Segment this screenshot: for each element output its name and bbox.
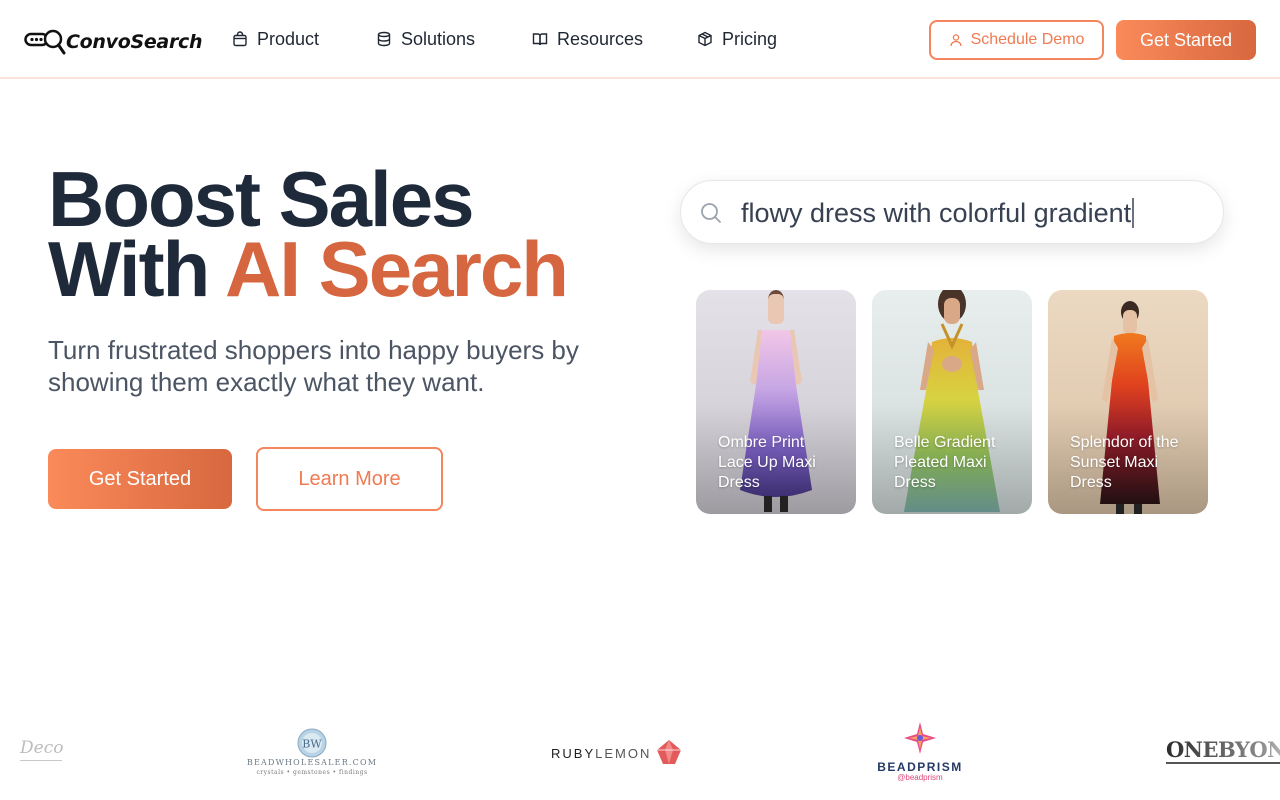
- rubylemon-light: LEMON: [595, 746, 652, 761]
- schedule-demo-label: Schedule Demo: [970, 31, 1085, 48]
- get-started-hero-button[interactable]: Get Started: [48, 449, 232, 509]
- hero-title-line2: With: [48, 225, 226, 313]
- nav-item-pricing[interactable]: Pricing: [697, 28, 777, 50]
- hero-title: Boost Sales With AI Search: [48, 160, 648, 308]
- brand-logo-beadwholesaler: BW BEADWHOLESALER.COM crystals • gemston…: [246, 728, 378, 780]
- bw-badge-icon: BW: [297, 728, 327, 758]
- learn-more-button[interactable]: Learn More: [256, 447, 443, 511]
- database-icon: [377, 31, 391, 47]
- nav-item-label: Product: [257, 28, 320, 49]
- nav-item-product[interactable]: Product: [232, 28, 319, 50]
- rubylemon-bold: RUBY: [551, 746, 596, 761]
- bag-icon: [233, 31, 247, 47]
- get-started-nav-button[interactable]: Get Started: [1116, 20, 1256, 60]
- product-title: Belle Gradient Pleated Maxi Dress: [894, 434, 996, 491]
- nav-item-label: Pricing: [722, 28, 778, 49]
- search-input[interactable]: flowy dress with colorful gradient: [741, 195, 1201, 231]
- book-icon: [532, 33, 548, 46]
- beadprism-name: BEADPRISM: [877, 760, 963, 774]
- product-title: Splendor of the Sunset Maxi Dress: [1070, 434, 1179, 491]
- user-icon: [949, 34, 962, 47]
- search-query-text: flowy dress with colorful gradient: [741, 197, 1132, 228]
- brand-logo[interactable]: ConvoSearch: [24, 26, 203, 58]
- product-card[interactable]: Ombre Print Lace Up Maxi Dress: [696, 290, 856, 514]
- onebyone-wordmark: ONEBYONE: [1166, 738, 1280, 764]
- product-title: Ombre Print Lace Up Maxi Dress: [718, 434, 816, 491]
- gem-icon: [657, 740, 681, 764]
- hero-title-accent: AI Search: [225, 225, 569, 313]
- brand-logo-beadprism: BEADPRISM @beadprism: [872, 720, 968, 784]
- bw-badge-text: BW: [302, 738, 322, 751]
- nav-item-label: Resources: [557, 28, 644, 49]
- logo-text: ConvoSearch: [66, 31, 203, 53]
- product-card[interactable]: Belle Gradient Pleated Maxi Dress: [872, 290, 1032, 514]
- bw-tagline: crystals • gemstones • findings: [256, 769, 368, 776]
- nav-item-resources[interactable]: Resources: [532, 28, 643, 50]
- product-card[interactable]: Splendor of the Sunset Maxi Dress: [1048, 290, 1208, 514]
- brand-logo-rubylemon: RUBYLEMON: [551, 738, 683, 768]
- schedule-demo-button[interactable]: Schedule Demo: [929, 20, 1104, 60]
- brand-logo-deco: Deco: [20, 737, 63, 761]
- nav-item-label: Solutions: [401, 28, 476, 49]
- box-icon: [698, 31, 712, 47]
- rubylemon-wordmark: RUBYLEMON: [551, 746, 651, 761]
- top-nav: ConvoSearch Product Solutions Resources: [0, 0, 1280, 79]
- search-bar[interactable]: flowy dress with colorful gradient: [680, 180, 1224, 244]
- brand-logo-onebyone: ONEBYONE: [1166, 738, 1280, 766]
- hero-subtitle: Turn frustrated shoppers into happy buye…: [48, 335, 579, 397]
- search-icon: [701, 203, 721, 223]
- star-burst-icon: [904, 722, 936, 754]
- logo-magnifier-icon: [24, 29, 66, 55]
- beadprism-handle: @beadprism: [897, 773, 943, 782]
- nav-item-solutions[interactable]: Solutions: [376, 28, 475, 50]
- bw-name: BEADWHOLESALER.COM: [246, 758, 378, 767]
- text-caret: [1132, 198, 1135, 228]
